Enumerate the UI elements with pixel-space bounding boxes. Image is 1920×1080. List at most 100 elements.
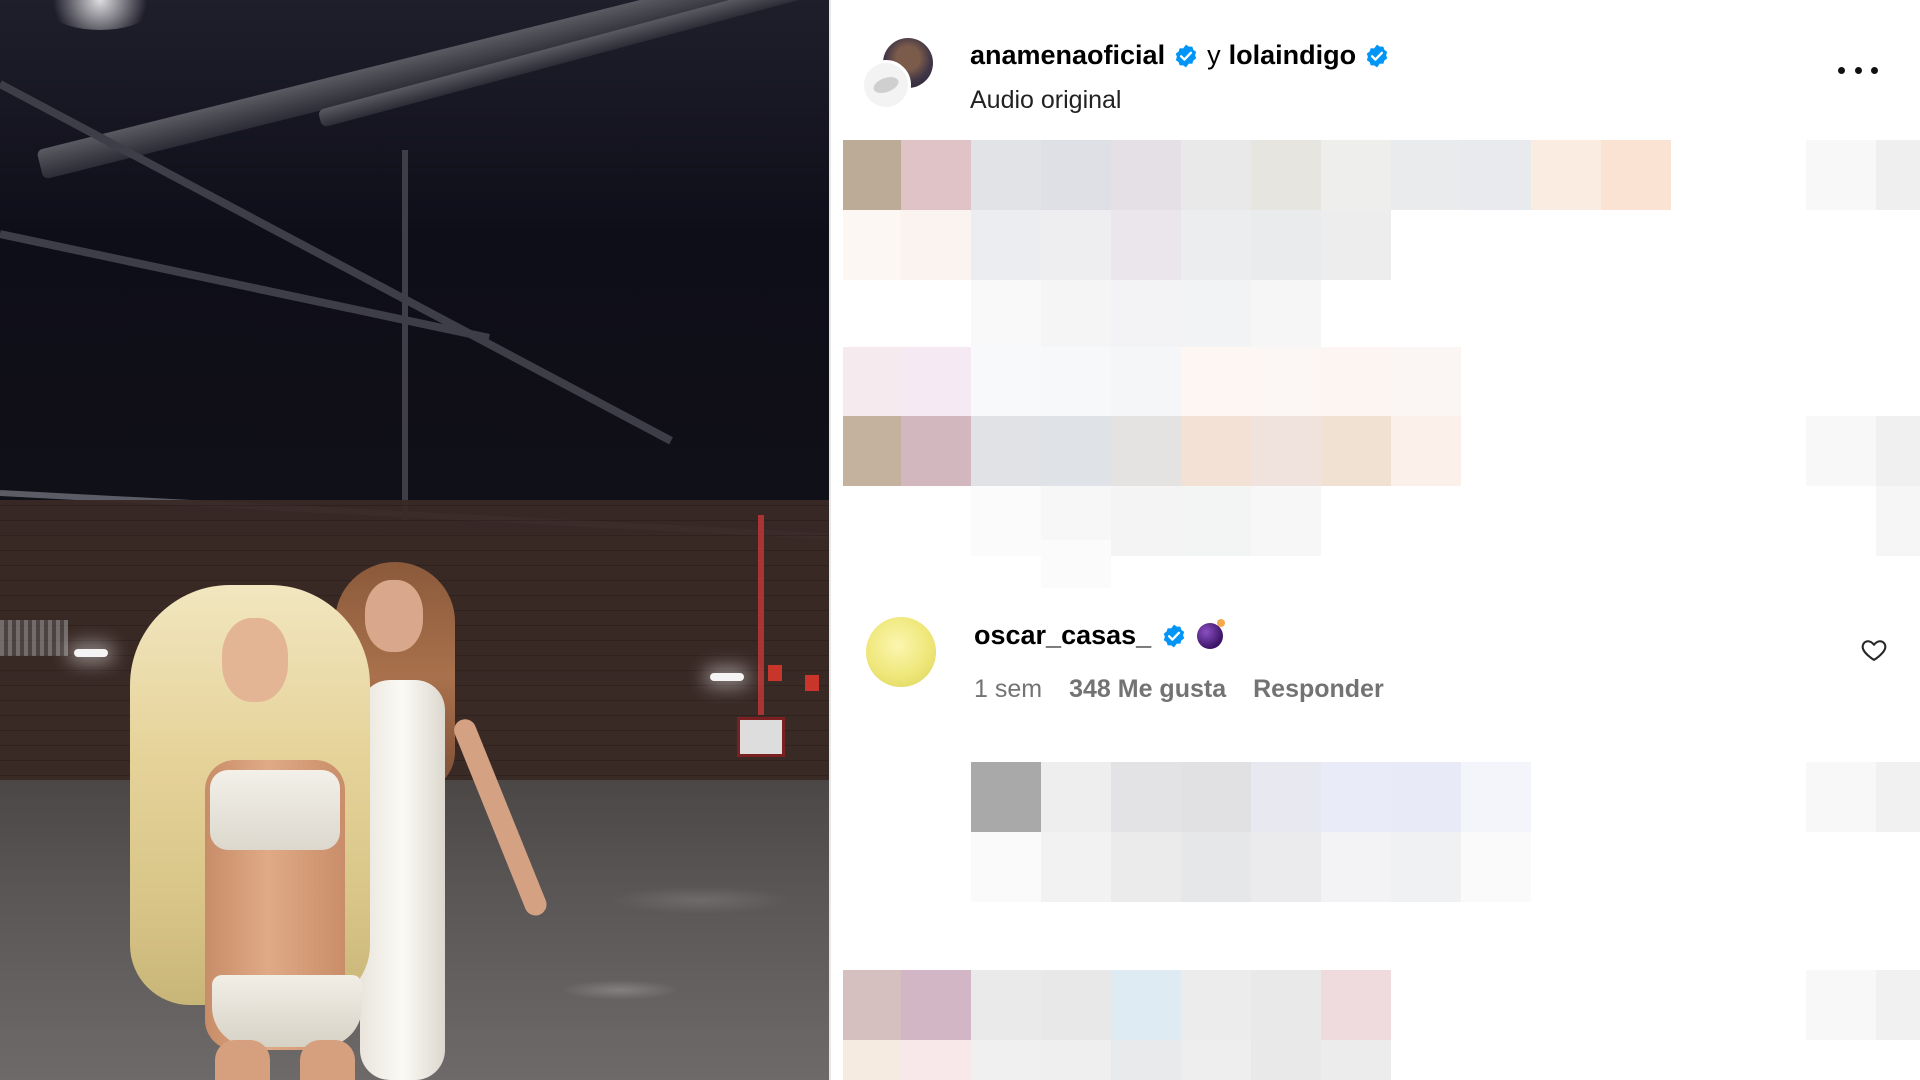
pixel-block (1111, 832, 1181, 902)
pixel-block (1111, 762, 1181, 832)
pixel-block (1391, 140, 1461, 210)
pixel-block (971, 832, 1041, 902)
post-author-avatars[interactable] (861, 38, 941, 118)
person-blonde-leg (215, 1040, 270, 1080)
pixel-block (1041, 140, 1111, 210)
pixel-block (1321, 416, 1391, 486)
person-brunette-outfit (360, 680, 445, 1080)
pixel-block (1251, 280, 1321, 350)
pixel-block (1806, 970, 1876, 1040)
pixel-block (1111, 1040, 1181, 1080)
pixel-block (1391, 347, 1461, 417)
more-options-icon[interactable] (1838, 60, 1878, 80)
pixel-block (1181, 280, 1251, 350)
pixel-block (1321, 970, 1391, 1040)
pixel-block (1041, 280, 1111, 350)
audio-label[interactable]: Audio original (970, 86, 1122, 115)
person-brunette-face (365, 580, 423, 652)
pixel-block (1111, 140, 1181, 210)
pixel-block (1181, 762, 1251, 832)
bomb-emoji-icon (1197, 618, 1226, 649)
pixel-block (1181, 347, 1251, 417)
post-media-video[interactable] (0, 0, 829, 1080)
post-author-line: anamenaoficial y lolaindigo (970, 40, 1390, 71)
pixel-block (901, 140, 971, 210)
pixel-block (1391, 762, 1461, 832)
pixel-block (1321, 762, 1391, 832)
pixel-block (1111, 347, 1181, 417)
heart-icon[interactable] (1860, 636, 1888, 664)
pixel-block (1321, 347, 1391, 417)
pixel-block (1321, 832, 1391, 902)
pixel-block (1251, 970, 1321, 1040)
verified-badge-icon (1163, 624, 1185, 647)
pixel-block (1321, 1040, 1391, 1080)
pixel-block (1041, 540, 1111, 588)
panel-divider (829, 0, 831, 1080)
pixel-block (971, 970, 1041, 1040)
pixel-block (971, 280, 1041, 350)
pixel-block (1876, 762, 1920, 832)
pixel-block (1181, 416, 1251, 486)
comment-author-line: oscar_casas_ (974, 618, 1226, 651)
verified-badge-icon (1366, 44, 1388, 67)
pixel-block (971, 140, 1041, 210)
pixel-block (1181, 486, 1251, 556)
pixel-block (1181, 1040, 1251, 1080)
reply-button[interactable]: Responder (1253, 675, 1384, 704)
pixel-block (1251, 210, 1321, 280)
pixel-block (971, 347, 1041, 417)
pixel-block (901, 210, 971, 280)
pixel-block (1251, 832, 1321, 902)
pixel-block (1601, 140, 1671, 210)
pixel-block (1181, 210, 1251, 280)
pixel-block (971, 762, 1041, 832)
pixel-block (1461, 140, 1531, 210)
coauthor-username[interactable]: lolaindigo (1229, 40, 1357, 71)
pixel-block (1531, 140, 1601, 210)
pixel-block (1111, 486, 1181, 556)
author-conjunction: y (1207, 40, 1221, 70)
pixel-block (1876, 970, 1920, 1040)
pixel-block (1111, 416, 1181, 486)
pixel-block (901, 970, 971, 1040)
pixel-block (1876, 486, 1920, 556)
pixel-block (1251, 1040, 1321, 1080)
comment-meta: 1 sem 348 Me gusta Responder (974, 675, 1384, 704)
pixel-block (971, 1040, 1041, 1080)
pixel-block (1391, 832, 1461, 902)
person-blonde-top (210, 770, 340, 850)
pixel-block (901, 347, 971, 417)
pixel-block (1111, 210, 1181, 280)
pixel-block (1321, 210, 1391, 280)
comment-likes[interactable]: 348 Me gusta (1069, 675, 1226, 704)
person-blonde-face (222, 618, 288, 702)
pixel-block (1041, 1040, 1111, 1080)
pixel-block (971, 486, 1041, 556)
pixel-block (901, 1040, 971, 1080)
pixel-block (971, 210, 1041, 280)
pixel-block (1041, 762, 1111, 832)
pixel-block (1251, 762, 1321, 832)
pixel-block (1321, 140, 1391, 210)
pixel-block (1181, 832, 1251, 902)
pixel-block (1251, 140, 1321, 210)
pixel-block (1111, 280, 1181, 350)
pixel-block (1181, 140, 1251, 210)
verified-badge-icon (1175, 44, 1197, 67)
pixel-block (1041, 416, 1111, 486)
avatar[interactable] (861, 60, 911, 110)
pixel-block (1461, 832, 1531, 902)
person-blonde-leg (300, 1040, 355, 1080)
comment-time: 1 sem (974, 675, 1043, 703)
pixel-block (1876, 140, 1920, 210)
pixel-block (1251, 416, 1321, 486)
pixel-block (971, 416, 1041, 486)
avatar[interactable] (866, 617, 936, 687)
comment-username[interactable]: oscar_casas_ (974, 620, 1151, 651)
pixel-block (1391, 416, 1461, 486)
author-username[interactable]: anamenaoficial (970, 40, 1165, 71)
pixel-block (1806, 416, 1876, 486)
pixel-block (1251, 486, 1321, 556)
pixel-block (1806, 762, 1876, 832)
